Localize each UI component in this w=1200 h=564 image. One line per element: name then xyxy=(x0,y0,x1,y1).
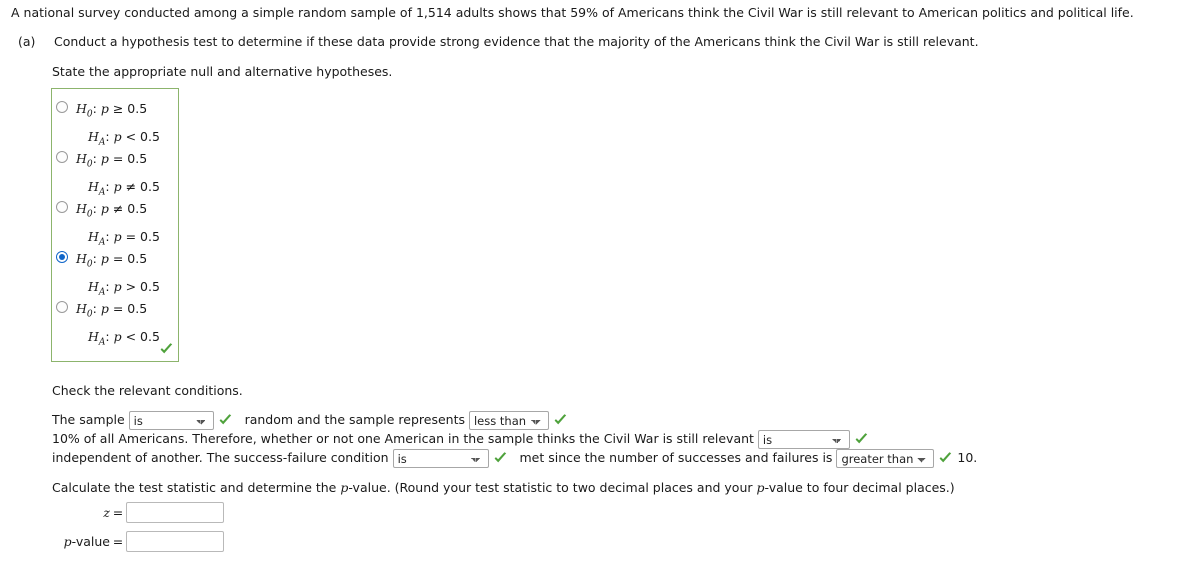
z-input[interactable] xyxy=(126,502,224,523)
radio-option-5[interactable] xyxy=(56,301,68,313)
calc-text-a: Calculate the test statistic and determi… xyxy=(52,480,341,495)
green-check-icon-5 xyxy=(938,451,953,466)
green-check-icon-2 xyxy=(553,413,568,428)
answers-grid: z = p-value = xyxy=(48,500,224,558)
green-check-icon-4 xyxy=(493,451,508,466)
hypothesis-option-4-text: H0: p = 0.5 HA: p > 0.5 xyxy=(76,251,160,297)
successes-failures-comparison-dropdown[interactable]: greater than xyxy=(836,449,935,468)
green-check-icon-1 xyxy=(218,413,233,428)
hypothesis-option-2[interactable]: H0: p = 0.5 HA: p ≠ 0.5 xyxy=(56,148,178,197)
p-value-answer-row: p-value = xyxy=(48,529,224,554)
green-check-icon-hypothesis xyxy=(159,342,174,357)
problem-statement: A national survey conducted among a simp… xyxy=(11,5,1134,20)
z-label: z xyxy=(103,505,110,520)
hypothesis-option-3-text: H0: p ≠ 0.5 HA: p = 0.5 xyxy=(76,201,160,247)
p-value-label: p-value xyxy=(48,534,110,549)
hypothesis-option-5-text: H0: p = 0.5 HA: p < 0.5 xyxy=(76,301,160,347)
calc-text-b: -value. (Round your test statistic to tw… xyxy=(348,480,757,495)
calc-text-c: -value to four decimal places.) xyxy=(764,480,955,495)
conditions-text-1: The sample xyxy=(52,412,125,427)
z-answer-row: z = xyxy=(48,500,224,525)
p-equals: = xyxy=(112,534,124,549)
conditions-paragraph: The sample is random and the sample repr… xyxy=(52,411,1200,468)
conditions-text-5: met since the number of successes and fa… xyxy=(519,450,833,465)
conditions-text-2: random and the sample represents xyxy=(244,412,465,427)
state-hypotheses-prompt: State the appropriate null and alternati… xyxy=(52,64,393,79)
hypothesis-choice-group[interactable]: H0: p ≥ 0.5 HA: p < 0.5 H0: p = 0.5 HA: … xyxy=(51,88,179,362)
hypothesis-option-3[interactable]: H0: p ≠ 0.5 HA: p = 0.5 xyxy=(56,198,178,247)
hypothesis-option-2-text: H0: p = 0.5 HA: p ≠ 0.5 xyxy=(76,151,160,197)
hypothesis-option-4[interactable]: H0: p = 0.5 HA: p > 0.5 xyxy=(56,248,178,297)
conditions-text-3: 10% of all Americans. Therefore, whether… xyxy=(52,431,754,446)
radio-option-1[interactable] xyxy=(56,101,68,113)
hypothesis-option-5[interactable]: H0: p = 0.5 HA: p < 0.5 xyxy=(56,298,178,347)
green-check-icon-3 xyxy=(854,432,869,447)
conditions-text-4: independent of another. The success-fail… xyxy=(52,450,389,465)
calculate-instruction: Calculate the test statistic and determi… xyxy=(52,480,955,495)
hypothesis-option-1[interactable]: H0: p ≥ 0.5 HA: p < 0.5 xyxy=(56,98,178,147)
check-conditions-heading: Check the relevant conditions. xyxy=(52,383,243,398)
p-value-suffix: -value xyxy=(71,534,110,549)
success-failure-dropdown[interactable]: is xyxy=(392,449,489,468)
calc-text-p2: p xyxy=(756,480,765,495)
sample-random-dropdown[interactable]: is xyxy=(128,411,214,430)
independence-dropdown[interactable]: is xyxy=(757,430,850,449)
hypothesis-option-1-text: H0: p ≥ 0.5 HA: p < 0.5 xyxy=(76,101,160,147)
part-a-label: (a) xyxy=(18,34,36,49)
p-italic: p xyxy=(63,534,72,549)
p-value-input[interactable] xyxy=(126,531,224,552)
sample-size-comparison-dropdown[interactable]: less than xyxy=(468,411,549,430)
radio-option-3[interactable] xyxy=(56,201,68,213)
radio-option-2[interactable] xyxy=(56,151,68,163)
radio-option-4[interactable] xyxy=(56,251,68,263)
part-a-question: Conduct a hypothesis test to determine i… xyxy=(54,34,979,49)
z-equals: = xyxy=(112,505,124,520)
conditions-text-6: 10. xyxy=(957,450,978,465)
